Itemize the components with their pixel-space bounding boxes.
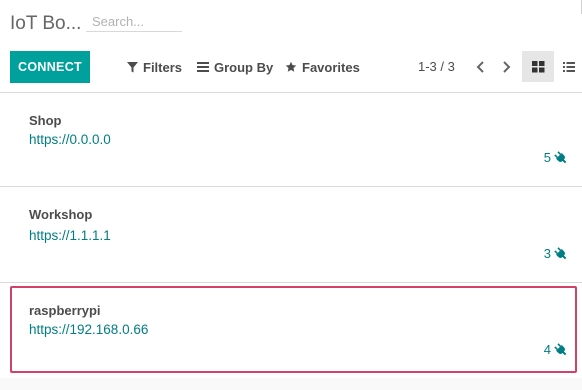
- plug-icon: [554, 342, 567, 355]
- device-count: 5: [543, 150, 551, 165]
- device-count: 3: [543, 246, 551, 261]
- list-view-button[interactable]: [556, 51, 582, 82]
- list-icon: [563, 61, 575, 72]
- box-name: raspberrypi: [29, 303, 101, 318]
- plug-icon: [554, 150, 567, 163]
- box-name: Shop: [29, 113, 62, 128]
- bars-icon: [197, 62, 209, 72]
- box-name: Workshop: [29, 207, 93, 222]
- favorites-button[interactable]: Favorites: [285, 58, 360, 76]
- group-by-label: Group By: [214, 59, 274, 75]
- device-count-badge[interactable]: 3: [544, 246, 568, 261]
- box-url-link[interactable]: https://1.1.1.1: [29, 228, 111, 243]
- plug-icon: [554, 246, 567, 259]
- filter-icon: [127, 61, 138, 72]
- kanban-bottom-area: [0, 378, 582, 390]
- pager-value[interactable]: 1-3 / 3: [418, 59, 455, 74]
- chevron-left-icon: [476, 61, 484, 73]
- pager-previous-button[interactable]: [469, 55, 491, 79]
- device-count-badge[interactable]: 5: [544, 150, 568, 165]
- kanban-view: Shop https://0.0.0.0 5 Workshop https://…: [0, 94, 582, 390]
- device-count: 4: [543, 342, 551, 357]
- iot-box-card[interactable]: Workshop https://1.1.1.1 3: [0, 188, 582, 283]
- connect-button[interactable]: CONNECT: [10, 51, 90, 83]
- device-count-badge[interactable]: 4: [544, 342, 568, 357]
- iot-box-card[interactable]: Shop https://0.0.0.0 5: [0, 94, 582, 187]
- iot-box-card-highlighted[interactable]: raspberrypi https://192.168.0.66 4: [10, 286, 577, 373]
- group-by-button[interactable]: Group By: [197, 58, 273, 76]
- kanban-grid-icon: [531, 60, 544, 72]
- filters-button[interactable]: Filters: [127, 58, 182, 76]
- kanban-view-button[interactable]: [522, 51, 554, 82]
- box-url-link[interactable]: https://192.168.0.66: [29, 322, 148, 337]
- filters-label: Filters: [143, 59, 183, 75]
- star-icon: [285, 61, 297, 72]
- box-url-link[interactable]: https://0.0.0.0: [29, 132, 111, 147]
- favorites-label: Favorites: [302, 59, 360, 75]
- search-box[interactable]: [86, 12, 182, 32]
- breadcrumb[interactable]: IoT Bo...: [10, 13, 81, 35]
- pager-next-button[interactable]: [496, 55, 518, 79]
- chevron-right-icon: [503, 61, 511, 73]
- search-input[interactable]: [86, 12, 176, 31]
- control-panel: IoT Bo... CONNECT Filters Group By Favor…: [0, 0, 582, 93]
